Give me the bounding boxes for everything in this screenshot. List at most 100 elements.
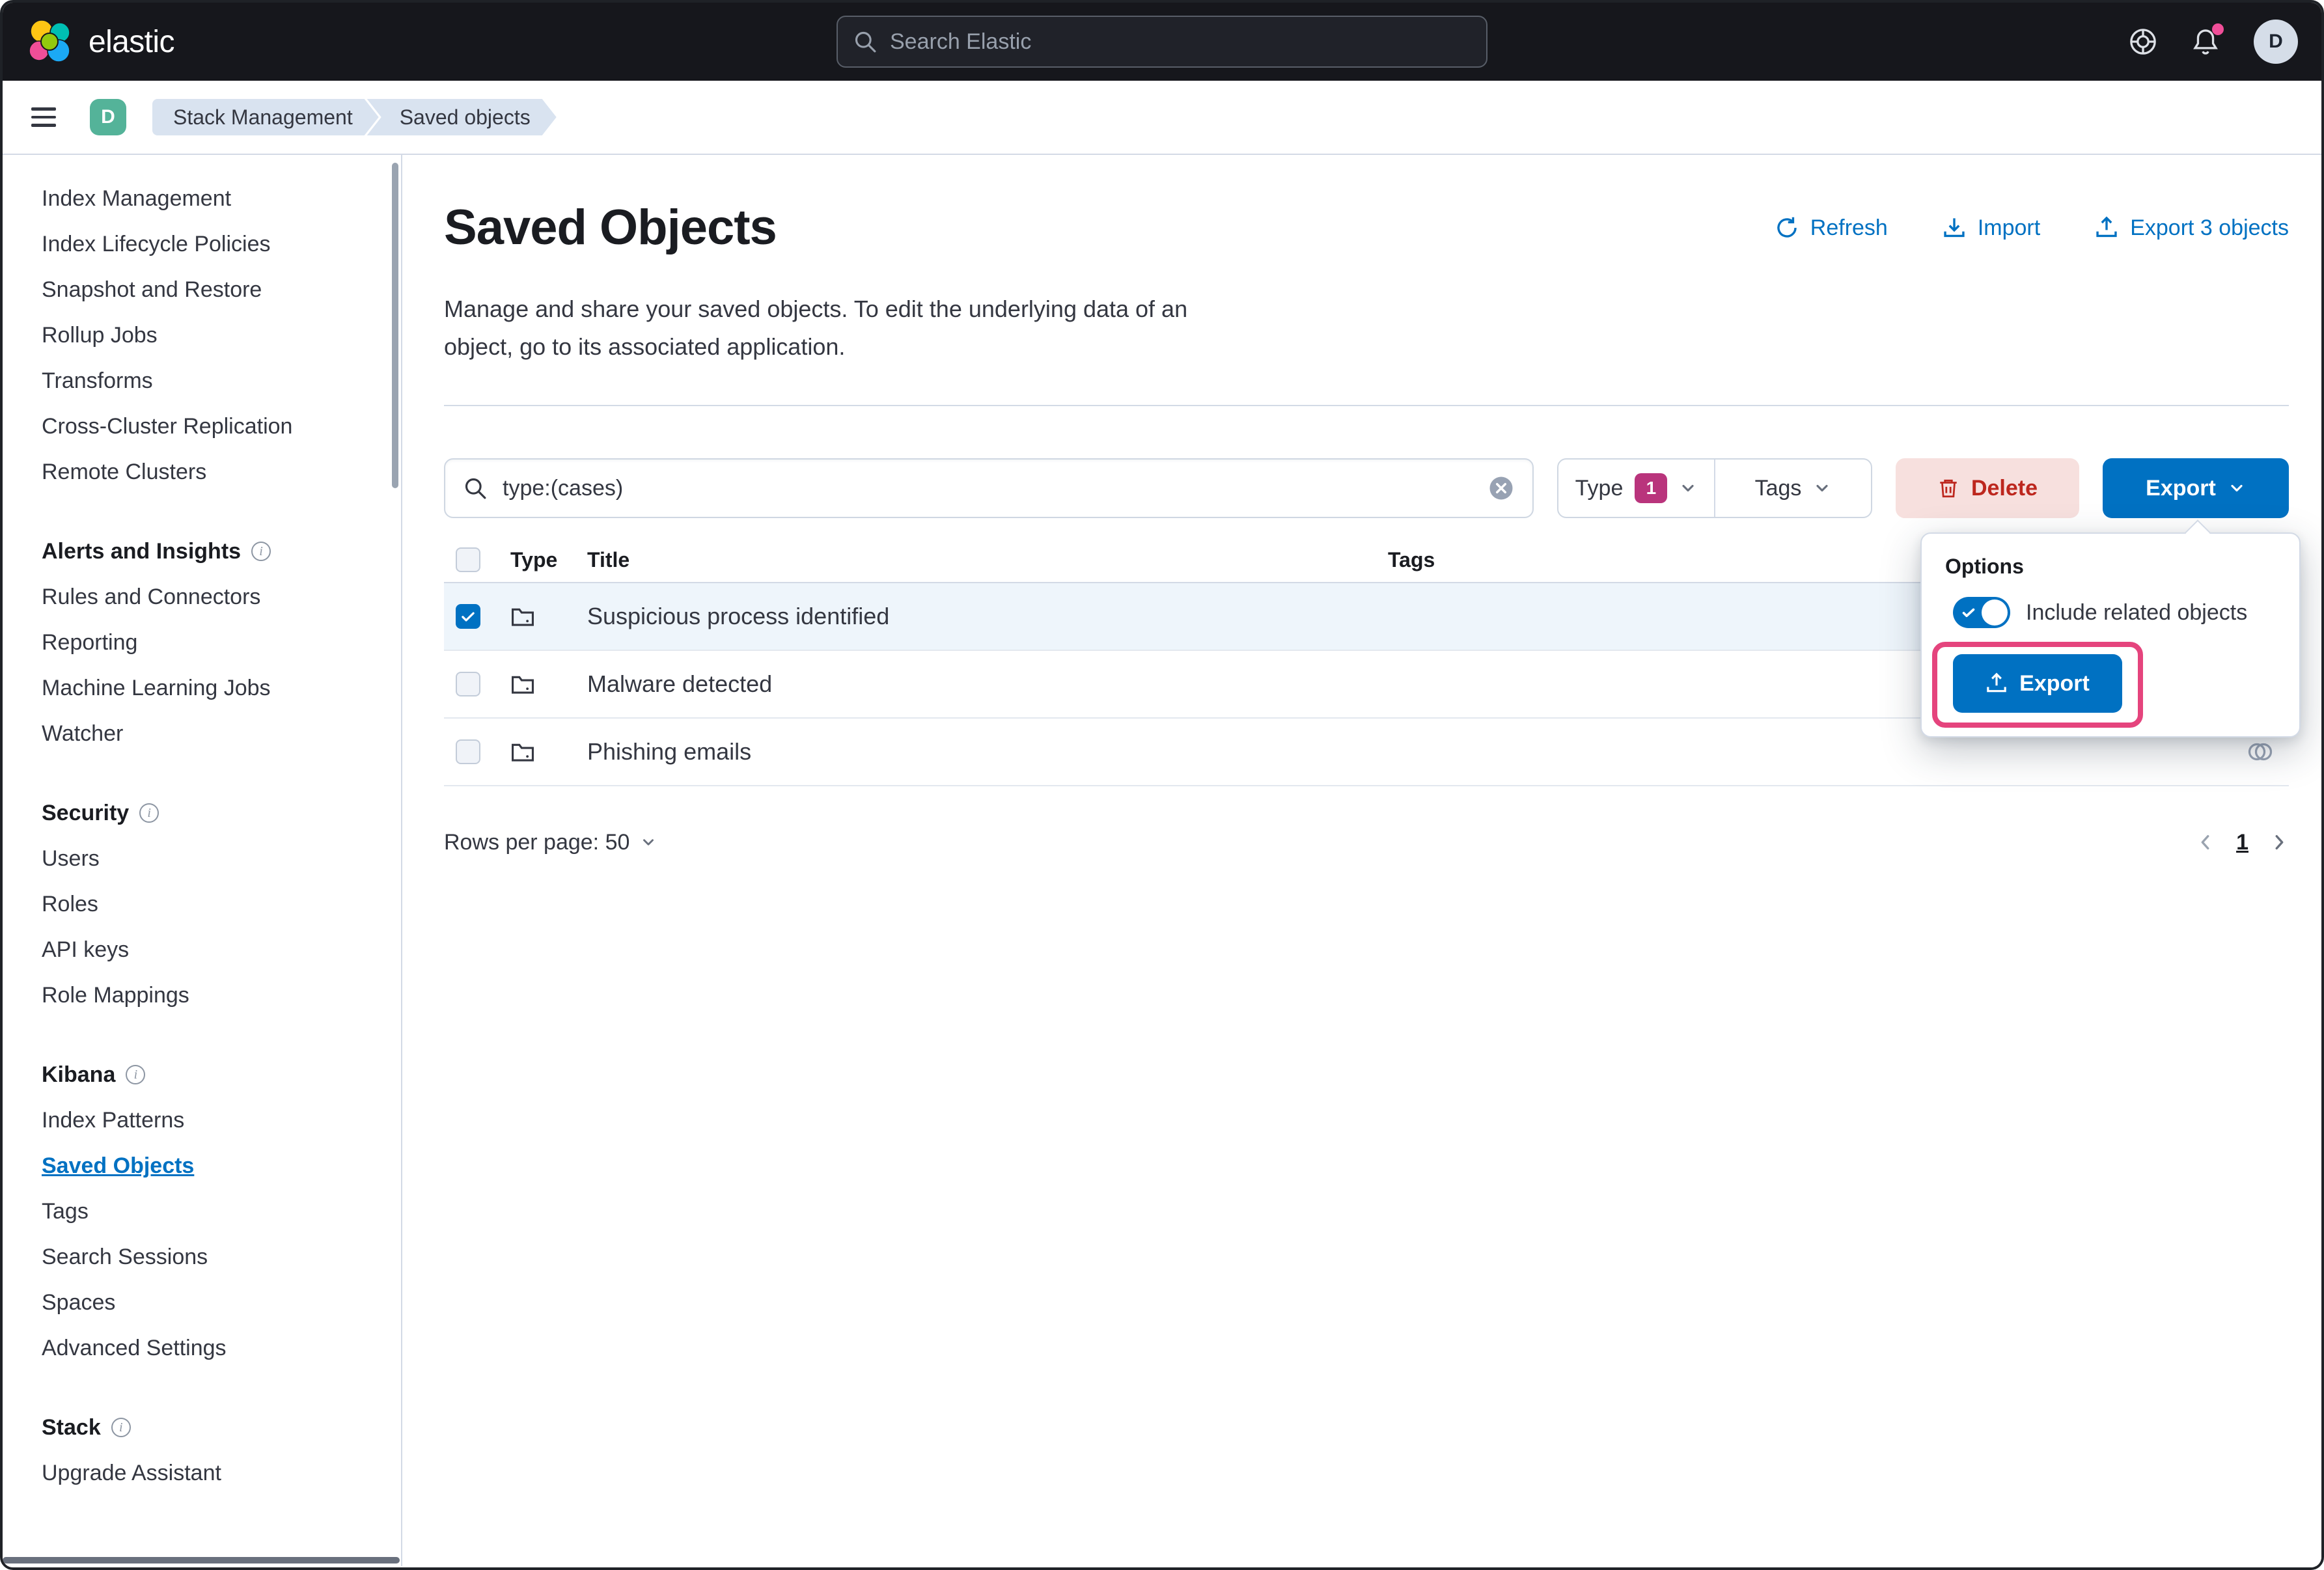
- export-options-popover: Options Include related objects Export: [1920, 532, 2301, 737]
- sidebar-item-snapshot-and-restore[interactable]: Snapshot and Restore: [3, 267, 401, 312]
- sidebar-item-tags[interactable]: Tags: [3, 1189, 401, 1234]
- export-all-label: Export 3 objects: [2130, 215, 2289, 241]
- sidebar-item-remote-clusters[interactable]: Remote Clusters: [3, 449, 401, 495]
- check-icon: [1961, 605, 1976, 620]
- saved-object-title[interactable]: Phishing emails: [579, 738, 1380, 765]
- sidebar-item-upgrade-assistant[interactable]: Upgrade Assistant: [3, 1450, 401, 1496]
- sidebar-item-machine-learning-jobs[interactable]: Machine Learning Jobs: [3, 665, 401, 711]
- table-footer: Rows per page: 50 1: [444, 820, 2289, 864]
- row-checkbox[interactable]: [456, 604, 480, 629]
- sidebar-item-watcher[interactable]: Watcher: [3, 711, 401, 756]
- breadcrumb: Stack Management Saved objects: [152, 99, 557, 135]
- column-header-type: Type: [501, 548, 579, 572]
- sidebar-item-rollup-jobs[interactable]: Rollup Jobs: [3, 312, 401, 358]
- row-checkbox[interactable]: [456, 672, 480, 696]
- page-header: Saved Objects Refresh Import: [444, 197, 2289, 259]
- user-avatar[interactable]: D: [2254, 20, 2298, 64]
- sidebar-item-search-sessions[interactable]: Search Sessions: [3, 1234, 401, 1280]
- column-header-title: Title: [579, 548, 1380, 572]
- help-icon[interactable]: [2129, 27, 2157, 56]
- sidebar-item-transforms[interactable]: Transforms: [3, 358, 401, 404]
- breadcrumb-bar: D Stack Management Saved objects: [3, 81, 2321, 155]
- menu-icon[interactable]: [26, 100, 61, 135]
- export-all-button[interactable]: Export 3 objects: [2095, 215, 2289, 241]
- sidebar-header-label: Alerts and Insights: [42, 539, 241, 564]
- rows-per-page-button[interactable]: Rows per page: 50: [444, 830, 657, 855]
- brand-name: elastic: [89, 24, 174, 60]
- cases-icon: [510, 739, 535, 764]
- saved-object-title[interactable]: Malware detected: [579, 670, 1380, 698]
- include-related-objects-toggle[interactable]: [1953, 597, 2010, 628]
- global-search-input[interactable]: [890, 29, 1471, 55]
- refresh-button[interactable]: Refresh: [1775, 215, 1888, 241]
- previous-page-icon[interactable]: [2196, 833, 2215, 852]
- pagination: 1: [2196, 830, 2289, 855]
- page-description: Manage and share your saved objects. To …: [444, 290, 1381, 366]
- export-confirm-button[interactable]: Export: [1953, 654, 2122, 713]
- refresh-icon: [1775, 216, 1799, 240]
- sidebar: Index Management Index Lifecycle Policie…: [3, 155, 402, 1566]
- brand[interactable]: elastic: [26, 18, 174, 65]
- select-all-checkbox[interactable]: [456, 547, 480, 572]
- delete-label: Delete: [1971, 476, 2038, 501]
- export-menu-button[interactable]: Export: [2103, 458, 2289, 518]
- include-related-objects-row: Include related objects: [1953, 597, 2276, 628]
- sidebar-item-cross-cluster-replication[interactable]: Cross-Cluster Replication: [3, 404, 401, 449]
- global-search[interactable]: [837, 16, 1487, 68]
- relationships-icon[interactable]: [2247, 739, 2273, 765]
- popover-title: Options: [1945, 555, 2276, 579]
- sidebar-item-api-keys[interactable]: API keys: [3, 927, 401, 972]
- info-icon: [126, 1065, 145, 1084]
- elastic-logo-icon: [26, 18, 73, 65]
- toggle-knob: [1982, 599, 2008, 626]
- sidebar-item-role-mappings[interactable]: Role Mappings: [3, 972, 401, 1018]
- sidebar-vertical-scrollbar[interactable]: [392, 163, 398, 488]
- tags-filter-button[interactable]: Tags: [1715, 460, 1871, 517]
- breadcrumb-stack-management[interactable]: Stack Management: [152, 99, 379, 135]
- kibana-window: elastic D D Stack Management Saved objec…: [0, 0, 2324, 1570]
- import-button[interactable]: Import: [1943, 215, 2040, 241]
- chevron-down-icon: [2228, 479, 2246, 497]
- refresh-label: Refresh: [1810, 215, 1888, 241]
- saved-object-title[interactable]: Suspicious process identified: [579, 603, 1380, 630]
- type-filter-count-badge: 1: [1635, 473, 1667, 503]
- type-filter-label: Type: [1575, 476, 1624, 501]
- saved-objects-search[interactable]: [444, 458, 1534, 518]
- sidebar-item-index-management[interactable]: Index Management: [3, 176, 401, 221]
- sidebar-item-spaces[interactable]: Spaces: [3, 1280, 401, 1325]
- top-bar: elastic D: [3, 3, 2321, 81]
- sidebar-header-security: Security: [3, 790, 401, 836]
- row-checkbox[interactable]: [456, 739, 480, 764]
- clear-search-icon[interactable]: [1488, 475, 1514, 501]
- next-page-icon[interactable]: [2269, 833, 2289, 852]
- type-filter-button[interactable]: Type 1: [1558, 460, 1714, 517]
- trash-icon: [1937, 477, 1959, 499]
- sidebar-header-label: Security: [42, 801, 129, 826]
- sidebar-item-advanced-settings[interactable]: Advanced Settings: [3, 1325, 401, 1371]
- page-number[interactable]: 1: [2236, 830, 2248, 855]
- content-area: Saved Objects Refresh Import: [402, 155, 2321, 1566]
- sidebar-header-kibana: Kibana: [3, 1052, 401, 1097]
- sidebar-item-users[interactable]: Users: [3, 836, 401, 881]
- sidebar-item-roles[interactable]: Roles: [3, 881, 401, 927]
- sidebar-item-saved-objects[interactable]: Saved Objects: [3, 1143, 401, 1189]
- cases-icon: [510, 672, 535, 696]
- tags-filter-label: Tags: [1755, 476, 1802, 501]
- sidebar-item-index-lifecycle-policies[interactable]: Index Lifecycle Policies: [3, 221, 401, 267]
- sidebar-item-reporting[interactable]: Reporting: [3, 620, 401, 665]
- sidebar-header-label: Kibana: [42, 1062, 115, 1088]
- sidebar-header-label: Stack: [42, 1415, 101, 1440]
- export-icon: [2095, 216, 2118, 240]
- newsfeed-icon[interactable]: [2191, 27, 2220, 56]
- sidebar-header-stack: Stack: [3, 1405, 401, 1450]
- sidebar-item-rules-and-connectors[interactable]: Rules and Connectors: [3, 574, 401, 620]
- breadcrumb-saved-objects[interactable]: Saved objects: [367, 99, 557, 135]
- export-menu-label: Export: [2146, 476, 2216, 501]
- delete-button[interactable]: Delete: [1896, 458, 2079, 518]
- sidebar-item-index-patterns[interactable]: Index Patterns: [3, 1097, 401, 1143]
- saved-objects-search-input[interactable]: [503, 476, 1473, 501]
- chevron-down-icon: [1813, 479, 1831, 497]
- sidebar-header-alerts-and-insights: Alerts and Insights: [3, 529, 401, 574]
- space-badge[interactable]: D: [90, 99, 126, 135]
- sidebar-horizontal-scrollbar[interactable]: [3, 1557, 400, 1563]
